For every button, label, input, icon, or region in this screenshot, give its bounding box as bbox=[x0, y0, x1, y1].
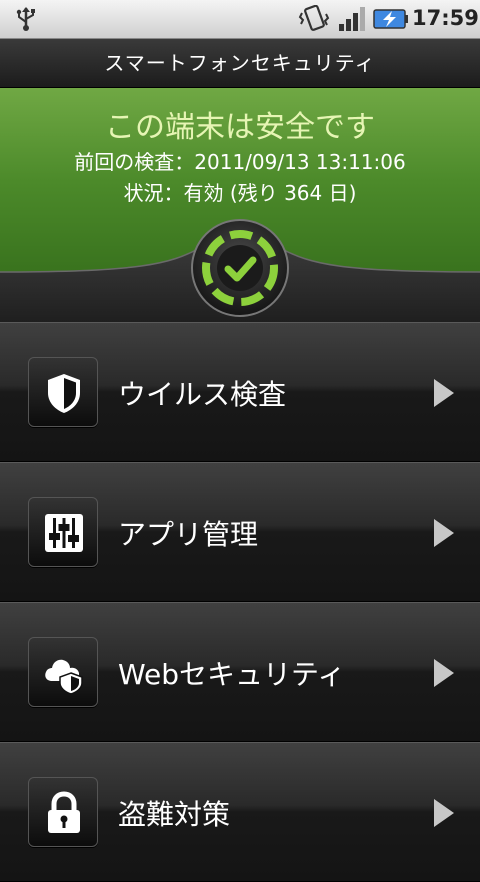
virus-scan-icon-box bbox=[28, 357, 98, 427]
chevron-right-icon bbox=[434, 519, 454, 547]
web-security-icon-box bbox=[28, 637, 98, 707]
clock: 17:59 bbox=[412, 6, 479, 30]
safety-headline: この端末は安全です bbox=[105, 110, 375, 145]
menu-item-label: ウイルス検査 bbox=[118, 378, 287, 411]
menu-item-label: Webセキュリティ bbox=[118, 658, 346, 691]
license-status-text: 状況：有効 (残り 364 日) bbox=[123, 181, 357, 205]
last-scan-text: 前回の検査：2011/09/13 13:11:06 bbox=[74, 150, 406, 174]
app-title: スマートフォンセキュリティ bbox=[104, 51, 376, 75]
menu-item-web-security[interactable]: Webセキュリティ bbox=[0, 602, 480, 742]
app-title-bar: スマートフォンセキュリティ bbox=[0, 39, 480, 88]
menu-item-label: アプリ管理 bbox=[118, 518, 259, 551]
signal-icon bbox=[339, 7, 365, 31]
usb-icon bbox=[16, 7, 35, 31]
status-bar: 17:59 bbox=[0, 0, 480, 39]
shield-icon bbox=[48, 374, 80, 413]
menu-item-label: 盗難対策 bbox=[118, 798, 231, 831]
chevron-right-icon bbox=[434, 799, 454, 827]
menu-item-app-management[interactable]: アプリ管理 bbox=[0, 462, 480, 602]
sliders-icon bbox=[45, 514, 83, 552]
menu-item-virus-scan[interactable]: ウイルス検査 bbox=[0, 322, 480, 462]
menu-item-anti-theft[interactable]: 盗難対策 bbox=[0, 742, 480, 882]
chevron-right-icon bbox=[434, 659, 454, 687]
check-icon bbox=[191, 219, 289, 317]
chevron-right-icon bbox=[434, 379, 454, 407]
app-management-icon-box bbox=[28, 497, 98, 567]
padlock-icon bbox=[48, 791, 80, 833]
cloud-shield-icon bbox=[45, 659, 83, 695]
anti-theft-icon-box bbox=[28, 777, 98, 847]
vibrate-icon bbox=[298, 5, 330, 31]
battery-charging-icon bbox=[373, 9, 408, 29]
